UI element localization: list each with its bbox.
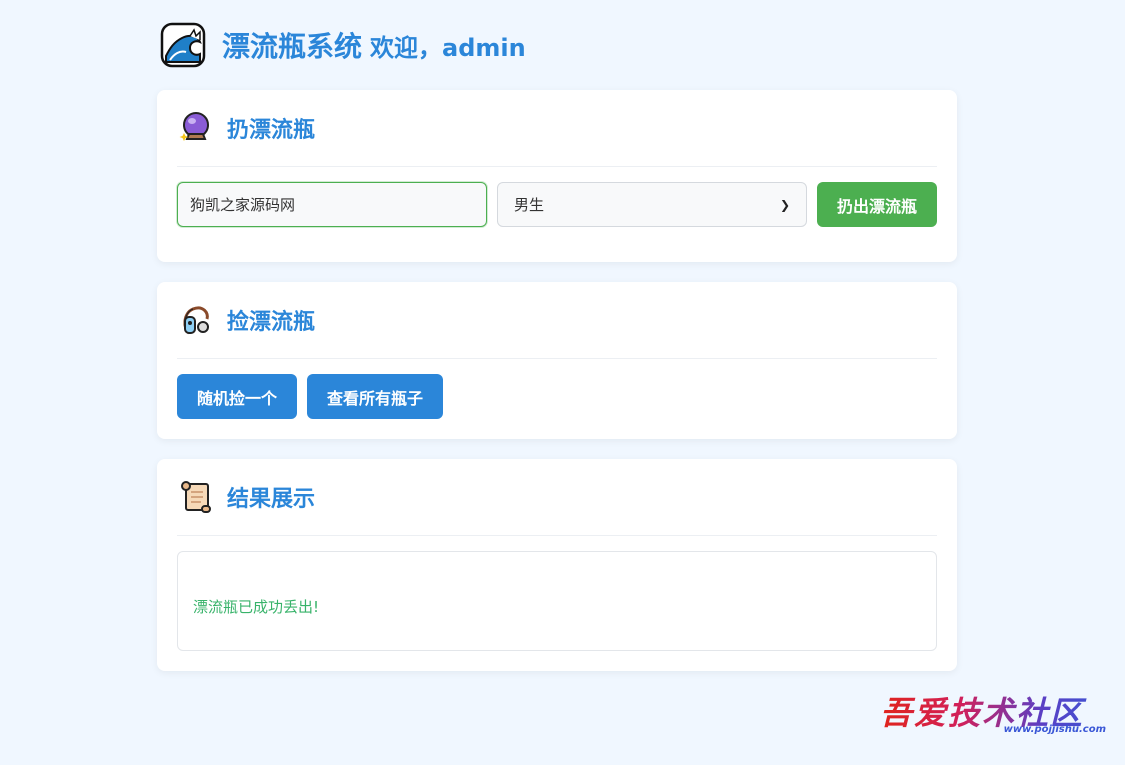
random-pick-button[interactable]: 随机捡一个 xyxy=(177,374,298,419)
watermark-logo: 吾爱技术社区 www.pojjishu.com xyxy=(880,688,1110,740)
wave-icon xyxy=(160,22,206,68)
crystal-ball-icon xyxy=(179,112,209,141)
pick-bottle-card: 捡漂流瓶 随机捡一个 查看所有瓶子 xyxy=(157,282,957,439)
scroll-icon xyxy=(181,481,211,513)
gender-select[interactable]: 男生 ❯ xyxy=(497,182,807,227)
fishing-icon xyxy=(183,306,209,335)
page-header: 漂流瓶系统 欢迎，admin xyxy=(160,22,526,68)
result-box: 漂流瓶已成功丢出! xyxy=(177,551,937,651)
watermark-url: www.pojjishu.com xyxy=(1003,724,1106,735)
card-header: 结果展示 xyxy=(177,459,937,536)
app-title: 漂流瓶系统 xyxy=(222,30,363,63)
card-title: 捡漂流瓶 xyxy=(227,310,316,335)
throw-bottle-card: 扔漂流瓶 男生 ❯ 扔出漂流瓶 xyxy=(157,90,957,262)
pick-actions: 随机捡一个 查看所有瓶子 xyxy=(177,374,937,419)
card-title: 扔漂流瓶 xyxy=(227,118,316,143)
bottle-content-input[interactable] xyxy=(177,182,487,227)
page-title: 漂流瓶系统 欢迎，admin xyxy=(222,25,526,65)
welcome-text: 欢迎，admin xyxy=(370,34,526,62)
result-message: 漂流瓶已成功丢出! xyxy=(193,597,320,616)
card-header: 捡漂流瓶 xyxy=(177,282,937,359)
throw-bottle-button[interactable]: 扔出漂流瓶 xyxy=(817,182,937,227)
gender-select-value: 男生 xyxy=(514,196,545,214)
card-header: 扔漂流瓶 xyxy=(177,90,937,167)
throw-form: 男生 ❯ 扔出漂流瓶 xyxy=(177,182,937,227)
result-card: 结果展示 漂流瓶已成功丢出! xyxy=(157,459,957,671)
view-all-bottles-button[interactable]: 查看所有瓶子 xyxy=(307,374,444,419)
card-title: 结果展示 xyxy=(227,487,316,512)
chevron-down-icon: ❯ xyxy=(779,197,790,212)
